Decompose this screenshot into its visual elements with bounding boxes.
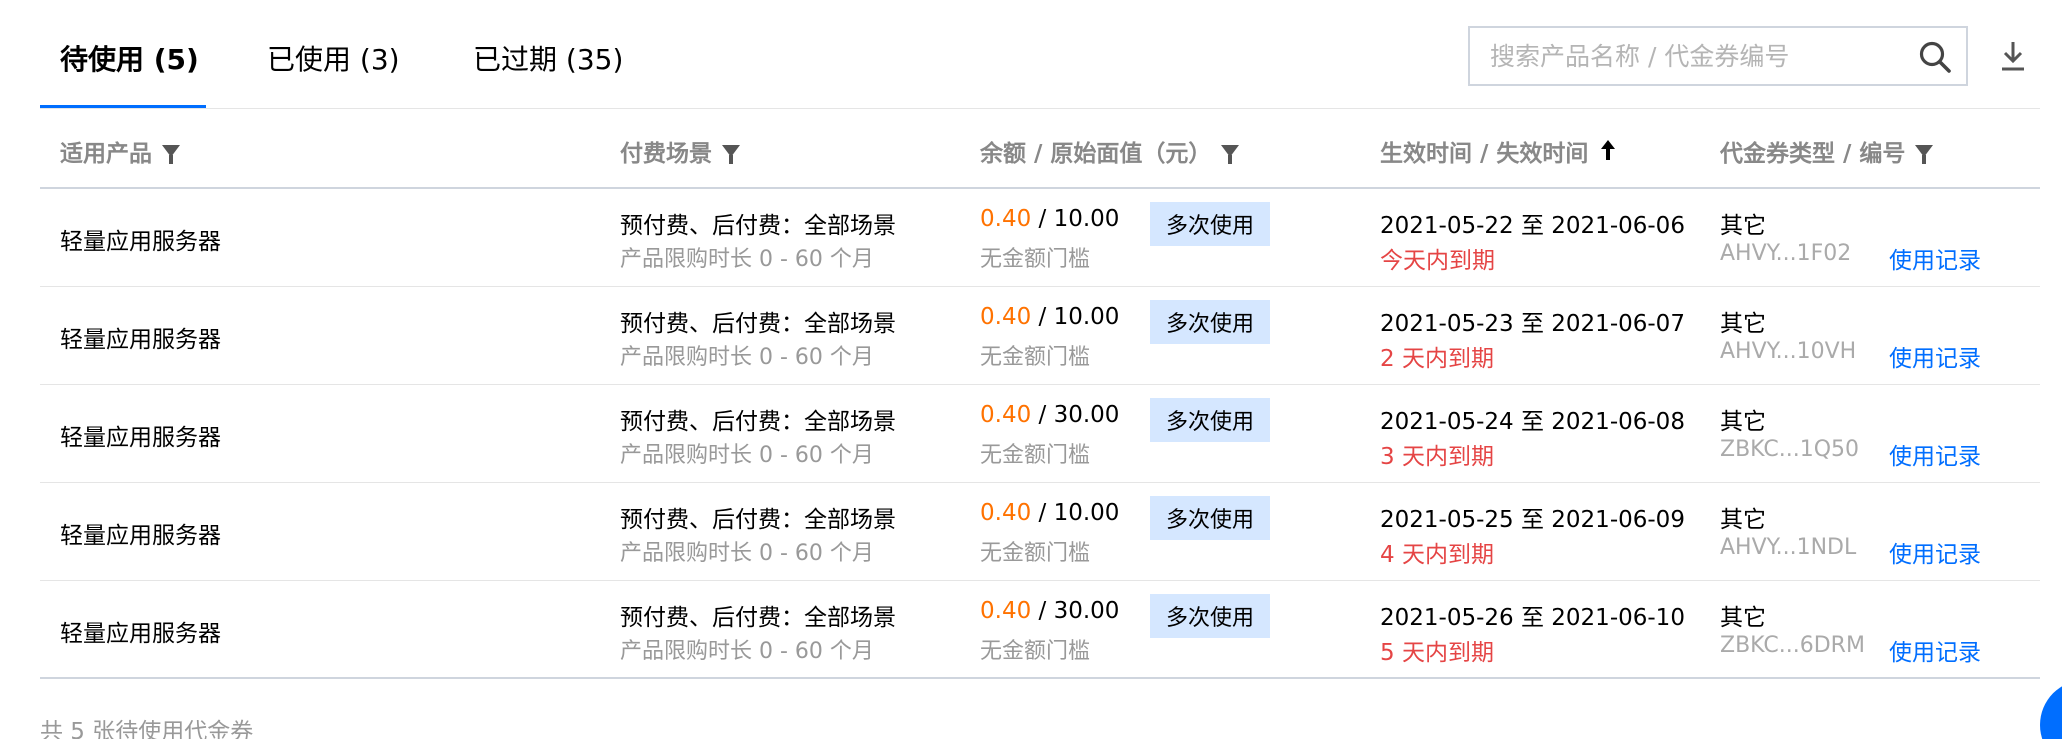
tabs-divider [40,108,2040,109]
balance: 0.40 / 10.00 [980,206,1119,232]
purchase-limit: 产品限购时长 0 - 60 个月 [620,247,874,272]
date-range: 2021-05-22 至 2021-06-06 [1380,213,1685,239]
sort-ascending-icon[interactable] [1600,140,1616,162]
payment-scene: 预付费、后付费：全部场景 [620,409,896,435]
purchase-limit: 产品限购时长 0 - 60 个月 [620,541,874,566]
date-range: 2021-05-25 至 2021-06-09 [1380,507,1685,533]
current-balance: 0.40 [980,304,1032,330]
table-row: 轻量应用服务器 预付费、后付费：全部场景 产品限购时长 0 - 60 个月 0.… [40,287,2040,385]
threshold: 无金额门槛 [980,345,1091,370]
filter-icon[interactable] [162,145,180,164]
voucher-code: AHVY...1NDL [1720,535,1857,560]
search-input[interactable] [1490,28,1910,84]
voucher-code: ZBKC...6DRM [1720,633,1865,658]
tab-unused[interactable]: 待使用 (5) [60,38,199,78]
header-product-label: 适用产品 [60,141,152,167]
search-box [1468,26,1968,86]
threshold: 无金额门槛 [980,639,1091,664]
current-balance: 0.40 [980,206,1032,232]
header-type: 代金券类型 / 编号 [1720,134,1934,168]
voucher-type: 其它 [1720,605,1766,631]
voucher-type: 其它 [1720,409,1766,435]
table-row: 轻量应用服务器 预付费、后付费：全部场景 产品限购时长 0 - 60 个月 0.… [40,483,2040,581]
face-value: / 30.00 [1031,598,1120,624]
face-value: / 30.00 [1031,402,1120,428]
table-row: 轻量应用服务器 预付费、后付费：全部场景 产品限购时长 0 - 60 个月 0.… [40,189,2040,287]
balance: 0.40 / 10.00 [980,500,1119,526]
usage-type-badge: 多次使用 [1150,300,1270,344]
header-balance: 余额 / 原始面值（元） [980,134,1240,168]
table-row: 轻量应用服务器 预付费、后付费：全部场景 产品限购时长 0 - 60 个月 0.… [40,581,2040,679]
header-scene-label: 付费场景 [620,141,712,167]
tab-used[interactable]: 已使用 (3) [267,38,400,78]
face-value: / 10.00 [1031,304,1120,330]
filter-icon[interactable] [1221,145,1240,164]
search-icon[interactable] [1918,40,1952,74]
product-name: 轻量应用服务器 [60,229,221,255]
usage-type-badge: 多次使用 [1150,398,1270,442]
usage-type-badge: 多次使用 [1150,496,1270,540]
product-name: 轻量应用服务器 [60,621,221,647]
header-time: 生效时间 / 失效时间 [1380,134,1616,168]
voucher-code: AHVY...10VH [1720,339,1857,364]
product-name: 轻量应用服务器 [60,523,221,549]
payment-scene: 预付费、后付费：全部场景 [620,507,896,533]
expiry-warning: 今天内到期 [1380,248,1495,274]
current-balance: 0.40 [980,402,1032,428]
purchase-limit: 产品限购时长 0 - 60 个月 [620,345,874,370]
header-balance-label: 余额 / 原始面值（元） [980,141,1212,167]
purchase-limit: 产品限购时长 0 - 60 个月 [620,639,874,664]
expiry-warning: 3 天内到期 [1380,444,1494,470]
current-balance: 0.40 [980,598,1032,624]
date-range: 2021-05-24 至 2021-06-08 [1380,409,1685,435]
header-product: 适用产品 [60,134,180,168]
download-icon[interactable] [2000,40,2026,72]
header-time-label: 生效时间 / 失效时间 [1380,141,1589,167]
balance: 0.40 / 10.00 [980,304,1119,330]
threshold: 无金额门槛 [980,541,1091,566]
voucher-code: AHVY...1F02 [1720,241,1852,266]
balance: 0.40 / 30.00 [980,598,1119,624]
face-value: / 10.00 [1031,206,1120,232]
tab-expired[interactable]: 已过期 (35) [473,38,623,78]
usage-record-link[interactable]: 使用记录 [1889,241,1981,275]
voucher-type: 其它 [1720,507,1766,533]
header-type-label: 代金券类型 / 编号 [1720,141,1906,167]
expiry-warning: 5 天内到期 [1380,640,1494,666]
filter-icon[interactable] [1915,145,1934,164]
threshold: 无金额门槛 [980,247,1091,272]
expiry-warning: 2 天内到期 [1380,346,1494,372]
table-header: 适用产品 付费场景 余额 / 原始面值（元） 生效时间 / 失效时间 代金券类型… [40,110,2040,189]
voucher-code: ZBKC...1Q50 [1720,437,1860,462]
purchase-limit: 产品限购时长 0 - 60 个月 [620,443,874,468]
threshold: 无金额门槛 [980,443,1091,468]
usage-record-link[interactable]: 使用记录 [1889,535,1981,569]
payment-scene: 预付费、后付费：全部场景 [620,213,896,239]
voucher-type: 其它 [1720,213,1766,239]
voucher-type: 其它 [1720,311,1766,337]
payment-scene: 预付费、后付费：全部场景 [620,311,896,337]
expiry-warning: 4 天内到期 [1380,542,1494,568]
help-button[interactable] [2040,680,2062,739]
usage-record-link[interactable]: 使用记录 [1889,339,1981,373]
usage-type-badge: 多次使用 [1150,594,1270,638]
date-range: 2021-05-26 至 2021-06-10 [1380,605,1685,631]
voucher-count-summary: 共 5 张待使用代金券 [40,719,254,739]
balance: 0.40 / 30.00 [980,402,1119,428]
voucher-table: 适用产品 付费场景 余额 / 原始面值（元） 生效时间 / 失效时间 代金券类型… [40,110,2040,679]
product-name: 轻量应用服务器 [60,327,221,353]
usage-type-badge: 多次使用 [1150,202,1270,246]
usage-record-link[interactable]: 使用记录 [1889,437,1981,471]
date-range: 2021-05-23 至 2021-06-07 [1380,311,1685,337]
product-name: 轻量应用服务器 [60,425,221,451]
face-value: / 10.00 [1031,500,1120,526]
usage-record-link[interactable]: 使用记录 [1889,633,1981,667]
payment-scene: 预付费、后付费：全部场景 [620,605,896,631]
header-scene: 付费场景 [620,134,740,168]
voucher-tabs: 待使用 (5) 已使用 (3) 已过期 (35) [40,0,1040,110]
table-row: 轻量应用服务器 预付费、后付费：全部场景 产品限购时长 0 - 60 个月 0.… [40,385,2040,483]
current-balance: 0.40 [980,500,1032,526]
filter-icon[interactable] [722,145,740,164]
